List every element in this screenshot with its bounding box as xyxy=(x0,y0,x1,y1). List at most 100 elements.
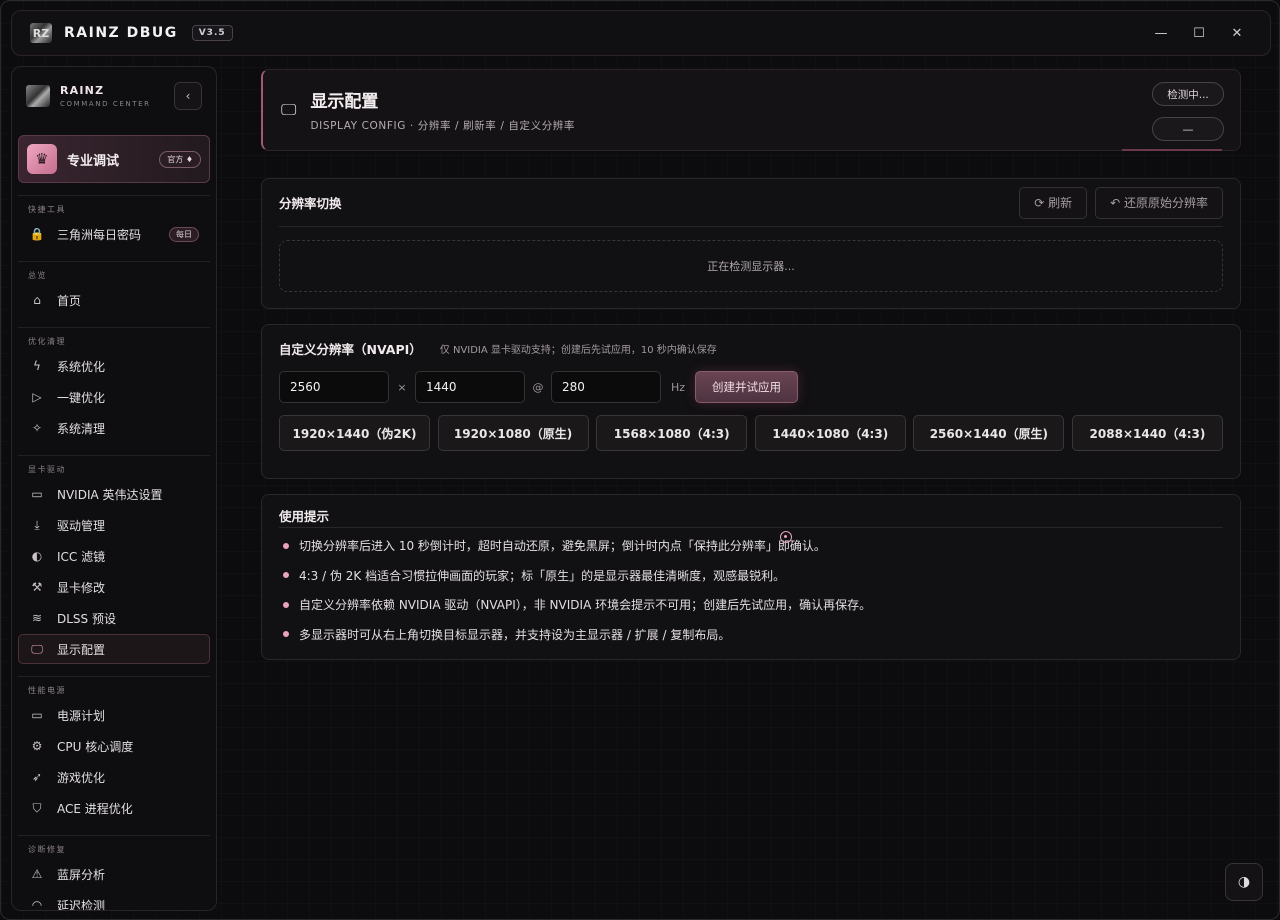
sidebar-item-label: NVIDIA 英伟达设置 xyxy=(57,487,163,502)
create-apply-button[interactable]: 创建并试应用 xyxy=(695,371,798,403)
resolution-preset-button[interactable]: 1440×1080（4:3) xyxy=(754,415,906,451)
sidebar-item-label: 系统清理 xyxy=(57,421,106,436)
sidebar-item-label: 一键优化 xyxy=(57,390,106,405)
cursor-indicator xyxy=(780,531,792,543)
refresh-rate-input[interactable]: 280 xyxy=(551,371,661,403)
sidebar-item-label: CPU 核心调度 xyxy=(57,739,134,754)
detect-status-button[interactable]: 检测中... xyxy=(1152,82,1224,106)
sparkle-icon: ✧ xyxy=(31,421,43,435)
sidebar-item[interactable]: ✧ 系统清理 xyxy=(18,413,210,443)
sidebar-subtitle: COMMAND CENTER xyxy=(60,100,151,108)
sidebar-section-title: 诊断修复 xyxy=(28,845,66,854)
monitor-icon: 🖵 xyxy=(31,641,43,656)
main-content: 🖵 显示配置 DISPLAY CONFIG · 分辨率 / 刷新率 / 自定义分… xyxy=(261,69,1241,660)
sidebar-section: 快捷工具 🔒 三角洲每日密码 每日 xyxy=(18,195,210,249)
height-input[interactable]: 1440 xyxy=(415,371,525,403)
sidebar-item[interactable]: ⌂ 首页 xyxy=(18,285,210,315)
bullet-icon xyxy=(283,631,289,638)
layers-icon: ≋ xyxy=(31,611,43,625)
theme-palette-icon[interactable]: ◑ xyxy=(1225,863,1263,901)
custom-card-note: 仅 NVIDIA 显卡驱动支持；创建后先试应用，10 秒内确认保存 xyxy=(439,344,717,356)
sidebar-brand: RAINZ xyxy=(60,84,105,97)
sidebar-section: 总览 ⌂ 首页 xyxy=(18,261,210,315)
sidebar-section: 优化清理 ϟ 系统优化 ▷ 一键优化 ✧ 系统清理 xyxy=(18,327,210,443)
sidebar-item[interactable]: ➶ 游戏优化 xyxy=(18,762,210,792)
bolt-icon: ϟ xyxy=(33,359,41,373)
lock-icon: 🔒 xyxy=(29,227,45,241)
sidebar-item[interactable]: ⛉ ACE 进程优化 xyxy=(18,793,210,823)
sidebar-logo xyxy=(26,85,50,107)
refresh-button[interactable]: ⟳ 刷新 xyxy=(1019,186,1088,219)
collapse-sidebar-button[interactable]: ‹ xyxy=(174,82,202,110)
battery-icon: ▭ xyxy=(31,708,43,722)
hz-label: Hz xyxy=(670,380,686,394)
monitor-icon: 🖵 xyxy=(281,100,297,119)
sidebar-item[interactable]: ▭ 电源计划 xyxy=(18,700,210,730)
sidebar-item[interactable]: ⤓ 驱动管理 xyxy=(18,510,210,540)
times-sign: × xyxy=(397,380,407,394)
sidebar-item-label: ACE 进程优化 xyxy=(57,801,133,816)
warning-icon: ⚠ xyxy=(31,867,43,881)
width-input[interactable]: 2560 xyxy=(279,371,389,403)
close-button[interactable]: ✕ xyxy=(1218,18,1256,48)
sidebar-item-label: 系统优化 xyxy=(57,359,106,374)
sidebar-section-title: 性能电源 xyxy=(28,686,66,695)
sidebar-item[interactable]: 🔒 三角洲每日密码 每日 xyxy=(18,219,210,249)
monitor-select[interactable]: — xyxy=(1152,117,1224,141)
resolution-preset-button[interactable]: 1920×1080（原生) xyxy=(437,415,589,451)
sidebar-item-label: 蓝屏分析 xyxy=(57,867,106,882)
sidebar-section: 显卡驱动 ▭ NVIDIA 英伟达设置 ⤓ 驱动管理 ◐ ICC 滤镜 ⚒ 显卡修改 ≋ DLSS … xyxy=(18,455,210,664)
sidebar-item[interactable]: 🖵 显示配置 xyxy=(18,634,210,664)
sidebar-item[interactable]: ◠ 延迟检测 xyxy=(18,890,210,911)
resolution-switch-card: 分辨率切换 ⟳ 刷新 ↶ 还原原始分辨率 正在检测显示器... xyxy=(261,178,1241,309)
pro-debug-label: 专业调试 xyxy=(67,153,120,169)
maximize-button[interactable]: ☐ xyxy=(1180,18,1218,48)
resolution-preset-button[interactable]: 2560×1440（原生) xyxy=(913,415,1065,451)
sidebar-section-title: 快捷工具 xyxy=(28,205,66,214)
tip-item: 多显示器时可从右上角切换目标显示器，并支持设为主显示器 / 扩展 / 复制布局。 xyxy=(279,620,1223,650)
rocket-icon: ➶ xyxy=(31,770,43,784)
page-title: 显示配置 xyxy=(310,92,379,112)
bullet-icon xyxy=(283,572,289,579)
resolution-preset-button[interactable]: 2088×1440（4:3) xyxy=(1071,415,1223,451)
custom-input-row: 2560 × 1440 @ 280 Hz 创建并试应用 xyxy=(279,371,1223,403)
page-header: 🖵 显示配置 DISPLAY CONFIG · 分辨率 / 刷新率 / 自定义分… xyxy=(261,69,1241,151)
sidebar-item-label: 电源计划 xyxy=(57,708,106,723)
tips-list: 切换分辨率后进入 10 秒倒计时，超时自动还原，避免黑屏；倒计时内点「保持此分辨… xyxy=(279,528,1223,649)
sidebar-item-label: 首页 xyxy=(57,293,82,308)
official-badge: 官方 ♦ xyxy=(159,150,201,168)
sidebar-item[interactable]: ◐ ICC 滤镜 xyxy=(18,541,210,571)
window-controls: — ☐ ✕ xyxy=(1142,18,1256,48)
detecting-placeholder: 正在检测显示器... xyxy=(279,240,1223,292)
sidebar-nav: 快捷工具 🔒 三角洲每日密码 每日总览 ⌂ 首页优化清理 ϟ 系统优化 ▷ 一键优化 ✧ 系统清理显卡… xyxy=(12,195,216,911)
title-bar[interactable]: RZ RAINZ DBUG V3.5 — ☐ ✕ xyxy=(11,10,1271,56)
sidebar-header: RAINZ COMMAND CENTER ‹ xyxy=(12,67,216,125)
sidebar-item[interactable]: ≋ DLSS 预设 xyxy=(18,603,210,633)
sidebar-section-title: 优化清理 xyxy=(28,337,66,346)
minimize-button[interactable]: — xyxy=(1142,18,1180,48)
resolution-card-title: 分辨率切换 xyxy=(279,196,342,211)
sidebar-item-label: DLSS 预设 xyxy=(57,611,116,626)
custom-card-title: 自定义分辨率（NVAPI） xyxy=(279,341,422,357)
sidebar-item-label: 驱动管理 xyxy=(57,518,106,533)
sidebar-item[interactable]: ϟ 系统优化 xyxy=(18,351,210,381)
sidebar-item[interactable]: ⚙ CPU 核心调度 xyxy=(18,731,210,761)
sidebar-item[interactable]: ▷ 一键优化 xyxy=(18,382,210,412)
crown-icon: ♛ xyxy=(27,144,57,174)
tips-header: 使用提示 xyxy=(279,495,1223,528)
restore-resolution-button[interactable]: ↶ 还原原始分辨率 xyxy=(1095,186,1223,219)
at-sign: @ xyxy=(532,380,544,394)
resolution-preset-button[interactable]: 1920×1440（伪2K) xyxy=(279,415,430,451)
sidebar-item-label: 显卡修改 xyxy=(57,580,106,595)
preset-list: 1920×1440（伪2K) 1920×1080（原生) 1568×1080（4:3… xyxy=(279,415,1223,478)
sidebar-section-title: 总览 xyxy=(28,271,47,280)
sidebar-item-label: 延迟检测 xyxy=(57,898,106,911)
sidebar-item[interactable]: ▭ NVIDIA 英伟达设置 xyxy=(18,479,210,509)
gpu-icon: ▭ xyxy=(31,487,43,501)
resolution-preset-button[interactable]: 1568×1080（4:3) xyxy=(596,415,748,451)
sidebar-item[interactable]: ⚒ 显卡修改 xyxy=(18,572,210,602)
pro-debug-card[interactable]: ♛ 专业调试 官方 ♦ xyxy=(18,135,210,183)
sidebar-item[interactable]: ⚠ 蓝屏分析 xyxy=(18,859,210,889)
home-icon: ⌂ xyxy=(33,293,41,307)
sidebar-item-label: ICC 滤镜 xyxy=(57,549,106,564)
